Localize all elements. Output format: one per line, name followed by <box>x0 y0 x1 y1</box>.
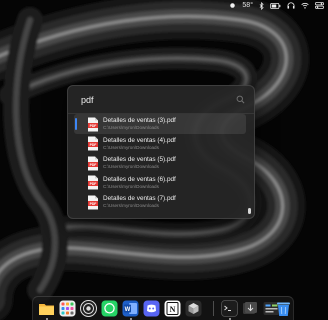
result-title: Detalles de ventas (7).pdf <box>103 195 176 203</box>
svg-text:PDF: PDF <box>90 182 97 186</box>
result-path: C:\Users\myron\Downloads <box>103 183 159 189</box>
headphones-icon[interactable] <box>287 0 295 11</box>
result-item[interactable]: PDF Detalles de ventas (5).pdf C:\Users\… <box>74 153 246 173</box>
virtualbox-icon[interactable] <box>185 300 202 317</box>
results-list: PDF Detalles de ventas (3).pdf C:\Users\… <box>74 114 246 212</box>
weather-icon[interactable] <box>229 0 236 11</box>
search-input[interactable] <box>81 94 231 106</box>
result-item[interactable]: PDF Detalles de ventas (4).pdf C:\Users\… <box>74 134 246 154</box>
result-path: C:\Users\myron\Downloads <box>103 125 159 130</box>
svg-text:N: N <box>170 305 176 314</box>
obs-icon[interactable] <box>80 300 97 317</box>
pdf-file-icon: PDF <box>88 117 98 131</box>
svg-text:PDF: PDF <box>90 202 97 206</box>
svg-text:PDF: PDF <box>90 124 97 128</box>
results-scrollbar[interactable] <box>248 116 251 214</box>
result-item[interactable]: PDF Detalles de ventas (6).pdf C:\Users\… <box>74 173 246 193</box>
notion-icon[interactable]: N <box>164 300 181 317</box>
folder-icon[interactable] <box>38 300 55 317</box>
dock-separator <box>213 301 214 316</box>
word-icon[interactable]: W <box>122 300 139 317</box>
discord-icon[interactable] <box>143 300 160 317</box>
result-item[interactable]: PDF Detalles de ventas (3).pdf C:\Users\… <box>74 114 246 134</box>
downloads-stack-icon[interactable] <box>242 300 259 317</box>
scrollbar-thumb[interactable] <box>248 208 251 214</box>
control-center-icon[interactable] <box>315 0 324 11</box>
spotlight-search-panel: PDF Detalles de ventas (3).pdf C:\Users\… <box>67 85 255 219</box>
result-title: Detalles de ventas (6).pdf <box>103 175 176 183</box>
result-path: C:\Users\myron\Downloads <box>103 203 159 209</box>
launchpad-icon[interactable] <box>59 300 76 317</box>
svg-text:PDF: PDF <box>90 143 97 147</box>
whatsapp-icon[interactable] <box>101 300 118 317</box>
result-path: C:\Users\myron\Downloads <box>103 144 159 150</box>
battery-icon[interactable] <box>270 0 281 11</box>
result-title: Detalles de ventas (5).pdf <box>103 156 176 164</box>
result-path: C:\Users\myron\Downloads <box>103 164 159 170</box>
search-row <box>68 86 254 113</box>
result-item[interactable]: PDF Detalles de ventas (7).pdf C:\Users\… <box>74 192 246 212</box>
svg-text:W: W <box>125 307 131 313</box>
pdf-file-icon: PDF <box>88 195 98 210</box>
terminal-icon[interactable] <box>221 300 238 317</box>
result-title: Detalles de ventas (4).pdf <box>103 136 176 144</box>
pdf-file-icon: PDF <box>88 156 98 171</box>
pdf-file-icon: PDF <box>88 136 98 151</box>
selection-indicator <box>75 118 77 130</box>
wifi-icon[interactable] <box>301 0 309 11</box>
weather-temperature[interactable]: 58° <box>242 0 253 11</box>
bluetooth-icon[interactable] <box>259 0 264 11</box>
result-title: Detalles de ventas (3).pdf <box>103 117 176 124</box>
svg-text:PDF: PDF <box>90 163 97 167</box>
trash-icon[interactable] <box>275 300 291 317</box>
menu-bar: 58° <box>0 0 328 11</box>
search-icon[interactable] <box>236 95 245 104</box>
pdf-file-icon: PDF <box>88 175 98 190</box>
dock: W N <box>32 296 294 320</box>
